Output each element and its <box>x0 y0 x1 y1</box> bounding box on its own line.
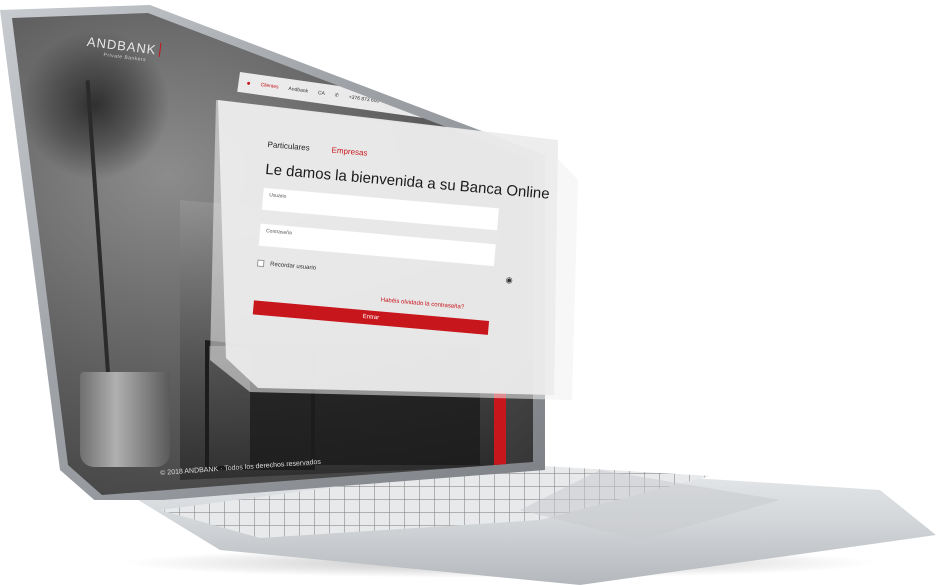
nav-item-andbank[interactable]: Andbank <box>288 86 308 95</box>
username-label: Usuario <box>268 192 287 200</box>
nav-item-clientes[interactable]: Clientes <box>260 82 279 90</box>
remember-label: Recordar usuario <box>269 261 317 272</box>
accent-bar <box>494 390 506 465</box>
tab-empresas[interactable]: Empresas <box>331 146 368 160</box>
phone-icon: ✆ <box>334 92 340 99</box>
remember-checkbox[interactable] <box>256 259 265 268</box>
login-form: Particulares Empresas Le damos la bienve… <box>252 140 550 339</box>
nav-item-country[interactable]: CA <box>317 90 325 97</box>
submit-label: Entrar <box>362 313 380 322</box>
planter <box>80 372 170 467</box>
password-field[interactable]: Contraseña ◉ <box>258 223 513 285</box>
user-icon[interactable]: ● <box>246 80 251 88</box>
tab-particulares[interactable]: Particulares <box>267 140 310 155</box>
password-label: Contraseña <box>265 228 293 237</box>
laptop-scene: ANDBANK Private Bankers ● Clientes Andba… <box>0 0 936 585</box>
remember-user[interactable]: Recordar usuario <box>256 259 537 291</box>
logo-mark <box>158 42 162 57</box>
show-password-icon[interactable]: ◉ <box>505 275 513 285</box>
